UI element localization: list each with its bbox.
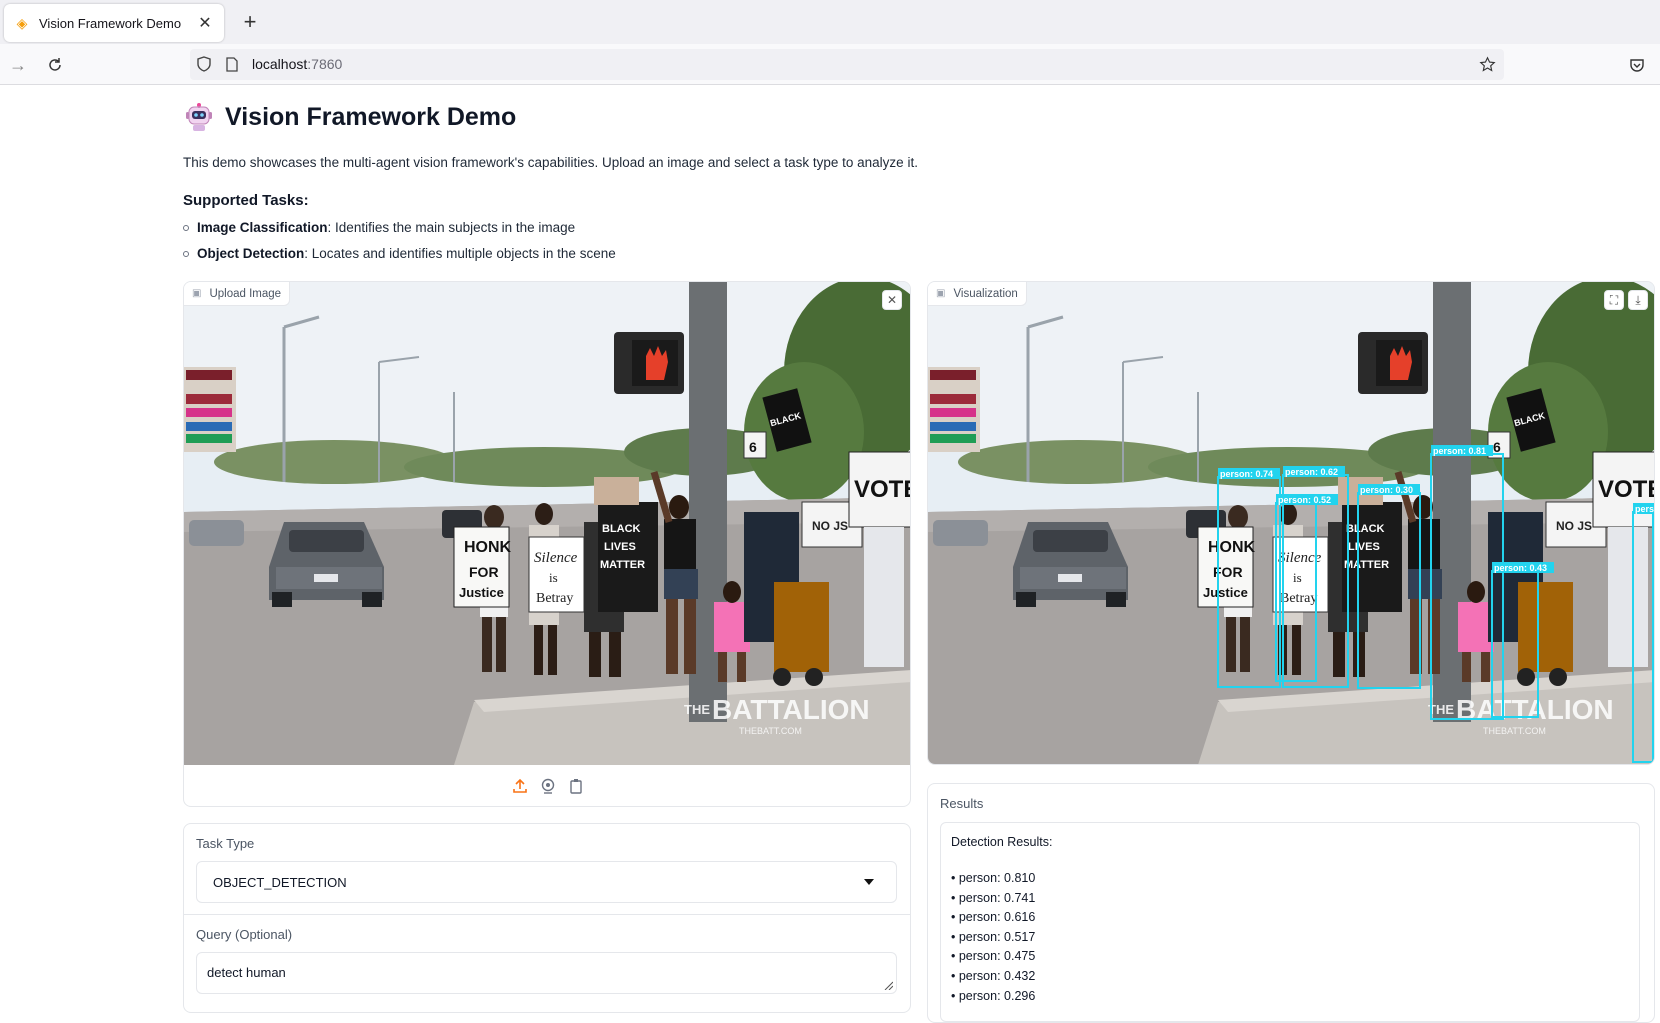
query-input[interactable]: detect human xyxy=(196,952,897,994)
bullet-icon xyxy=(183,250,189,257)
query-value: detect human xyxy=(207,965,286,980)
result-line: • person: 0.810 xyxy=(951,871,1036,885)
browser-nav-bar: → localhost:7860 xyxy=(0,44,1660,85)
title-row: Vision Framework Demo xyxy=(183,101,516,133)
watermark-sub: THEBATT.COM xyxy=(739,726,802,736)
download-button[interactable]: ⤓ xyxy=(1628,290,1648,310)
clear-image-button[interactable]: ✕ xyxy=(882,290,902,310)
watermark-sub: THEBATT.COM xyxy=(1483,726,1546,736)
svg-text:LIVES: LIVES xyxy=(604,541,636,553)
svg-text:BLACK: BLACK xyxy=(602,523,641,535)
image-icon: ▣ xyxy=(192,288,202,299)
image-source-toolbar xyxy=(184,765,910,806)
bookmark-star-icon[interactable] xyxy=(1478,55,1496,73)
tab-title: Vision Framework Demo xyxy=(39,15,182,31)
detection-label: person: 0.74 xyxy=(1220,469,1273,479)
result-line: • person: 0.296 xyxy=(951,988,1036,1003)
watermark-text: BATTALION xyxy=(1456,694,1614,725)
svg-text:HONK: HONK xyxy=(1208,539,1256,556)
results-label: Results xyxy=(940,796,984,811)
annotated-photo: HONK FOR Justice Silence is Betray BLACK… xyxy=(928,282,1655,764)
visualization-label: ▣ Visualization xyxy=(928,282,1027,306)
new-tab-icon[interactable]: + xyxy=(238,9,262,34)
results-title: Detection Results: xyxy=(951,835,1053,849)
upload-image-label: ▣ Upload Image xyxy=(184,282,291,306)
svg-text:6: 6 xyxy=(1493,439,1501,455)
svg-text:BLACK: BLACK xyxy=(1346,523,1385,535)
fullscreen-button[interactable]: ⛶ xyxy=(1604,290,1624,310)
svg-text:Justice: Justice xyxy=(459,585,504,600)
webcam-icon[interactable] xyxy=(539,777,557,795)
svg-text:MATTER: MATTER xyxy=(1344,559,1389,571)
shield-icon[interactable] xyxy=(195,55,213,73)
task-type-value: OBJECT_DETECTION xyxy=(213,874,347,890)
page-description: This demo showcases the multi-agent visi… xyxy=(183,155,918,170)
svg-text:is: is xyxy=(1293,570,1302,585)
browser-tab-bar: ◈ Vision Framework Demo ✕ + xyxy=(0,0,1660,44)
result-line: • person: 0.741 xyxy=(951,890,1036,905)
detection-label: person: 0.30 xyxy=(1360,485,1413,495)
upload-icon[interactable] xyxy=(511,777,529,795)
bullet-icon xyxy=(183,224,189,231)
page-icon xyxy=(223,55,241,73)
resize-handle-icon[interactable] xyxy=(883,980,893,990)
detection-label: person xyxy=(1635,504,1655,514)
visualization-panel: ▣ Visualization ⛶ ⤓ HONK FOR Justice Sil… xyxy=(927,281,1655,765)
query-label: Query (Optional) xyxy=(196,927,293,942)
detection-label: person: 0.62 xyxy=(1285,467,1338,477)
url-text: localhost:7860 xyxy=(252,56,343,72)
svg-text:Betray: Betray xyxy=(1280,591,1317,606)
svg-text:NO JS: NO JS xyxy=(812,519,848,533)
svg-text:VOTE: VOTE xyxy=(1598,476,1655,503)
image-icon: ▣ xyxy=(936,288,946,299)
divider xyxy=(184,914,910,915)
svg-text:Silence: Silence xyxy=(534,550,578,566)
pocket-icon[interactable] xyxy=(1624,52,1650,78)
detection-label: person: 0.52 xyxy=(1278,495,1331,505)
result-line: • person: 0.517 xyxy=(951,929,1036,944)
svg-text:MATTER: MATTER xyxy=(600,559,645,571)
results-textbox[interactable]: Detection Results: • person: 0.810 • per… xyxy=(940,822,1640,1022)
results-panel: Results Detection Results: • person: 0.8… xyxy=(927,783,1655,1023)
svg-text:Justice: Justice xyxy=(1203,585,1248,600)
tasks-heading: Supported Tasks: xyxy=(183,192,309,209)
visualization-image: HONK FOR Justice Silence is Betray BLACK… xyxy=(928,282,1655,764)
svg-text:HONK: HONK xyxy=(464,539,512,556)
svg-text:NO JS: NO JS xyxy=(1556,519,1592,533)
svg-text:Betray: Betray xyxy=(536,591,573,606)
close-tab-icon[interactable]: ✕ xyxy=(196,14,214,32)
forward-arrow-icon[interactable]: → xyxy=(5,52,31,78)
svg-text:LIVES: LIVES xyxy=(1348,541,1380,553)
protest-photo: HONK FOR Justice Silence is Betray BLACK… xyxy=(184,282,911,765)
task-item-detection: Object Detection: Locates and identifies… xyxy=(183,246,616,261)
task-type-dropdown[interactable]: OBJECT_DETECTION xyxy=(196,861,897,903)
detection-label: person: 0.43 xyxy=(1494,563,1547,573)
svg-text:VOTE: VOTE xyxy=(854,476,911,503)
robot-icon xyxy=(183,101,215,133)
upload-image-panel: ▣ Upload Image ✕ HONK FOR Justice Silenc… xyxy=(183,281,911,807)
gradio-app: Vision Framework Demo This demo showcase… xyxy=(0,85,1660,1023)
reload-icon[interactable] xyxy=(42,52,68,78)
gradio-favicon-icon: ◈ xyxy=(16,14,28,31)
url-bar[interactable]: localhost:7860 xyxy=(190,49,1504,80)
svg-text:is: is xyxy=(549,570,558,585)
task-type-label: Task Type xyxy=(196,836,255,851)
task-config-panel: Task Type OBJECT_DETECTION Query (Option… xyxy=(183,823,911,1013)
watermark-prefix: THE xyxy=(684,702,710,717)
result-line: • person: 0.475 xyxy=(951,949,1036,964)
page-title: Vision Framework Demo xyxy=(225,102,517,131)
svg-text:6: 6 xyxy=(749,439,757,455)
chevron-down-icon xyxy=(864,879,874,885)
result-line: • person: 0.616 xyxy=(951,910,1036,925)
watermark-text: BATTALION xyxy=(712,694,870,725)
task-item-classification: Image Classification: Identifies the mai… xyxy=(183,220,575,235)
result-line: • person: 0.432 xyxy=(951,968,1036,983)
browser-tab[interactable]: ◈ Vision Framework Demo ✕ xyxy=(4,4,224,42)
clipboard-icon[interactable] xyxy=(567,777,585,795)
uploaded-image: HONK FOR Justice Silence is Betray BLACK… xyxy=(184,282,911,765)
svg-text:FOR: FOR xyxy=(469,564,499,580)
detection-label: person: 0.81 xyxy=(1433,446,1486,456)
